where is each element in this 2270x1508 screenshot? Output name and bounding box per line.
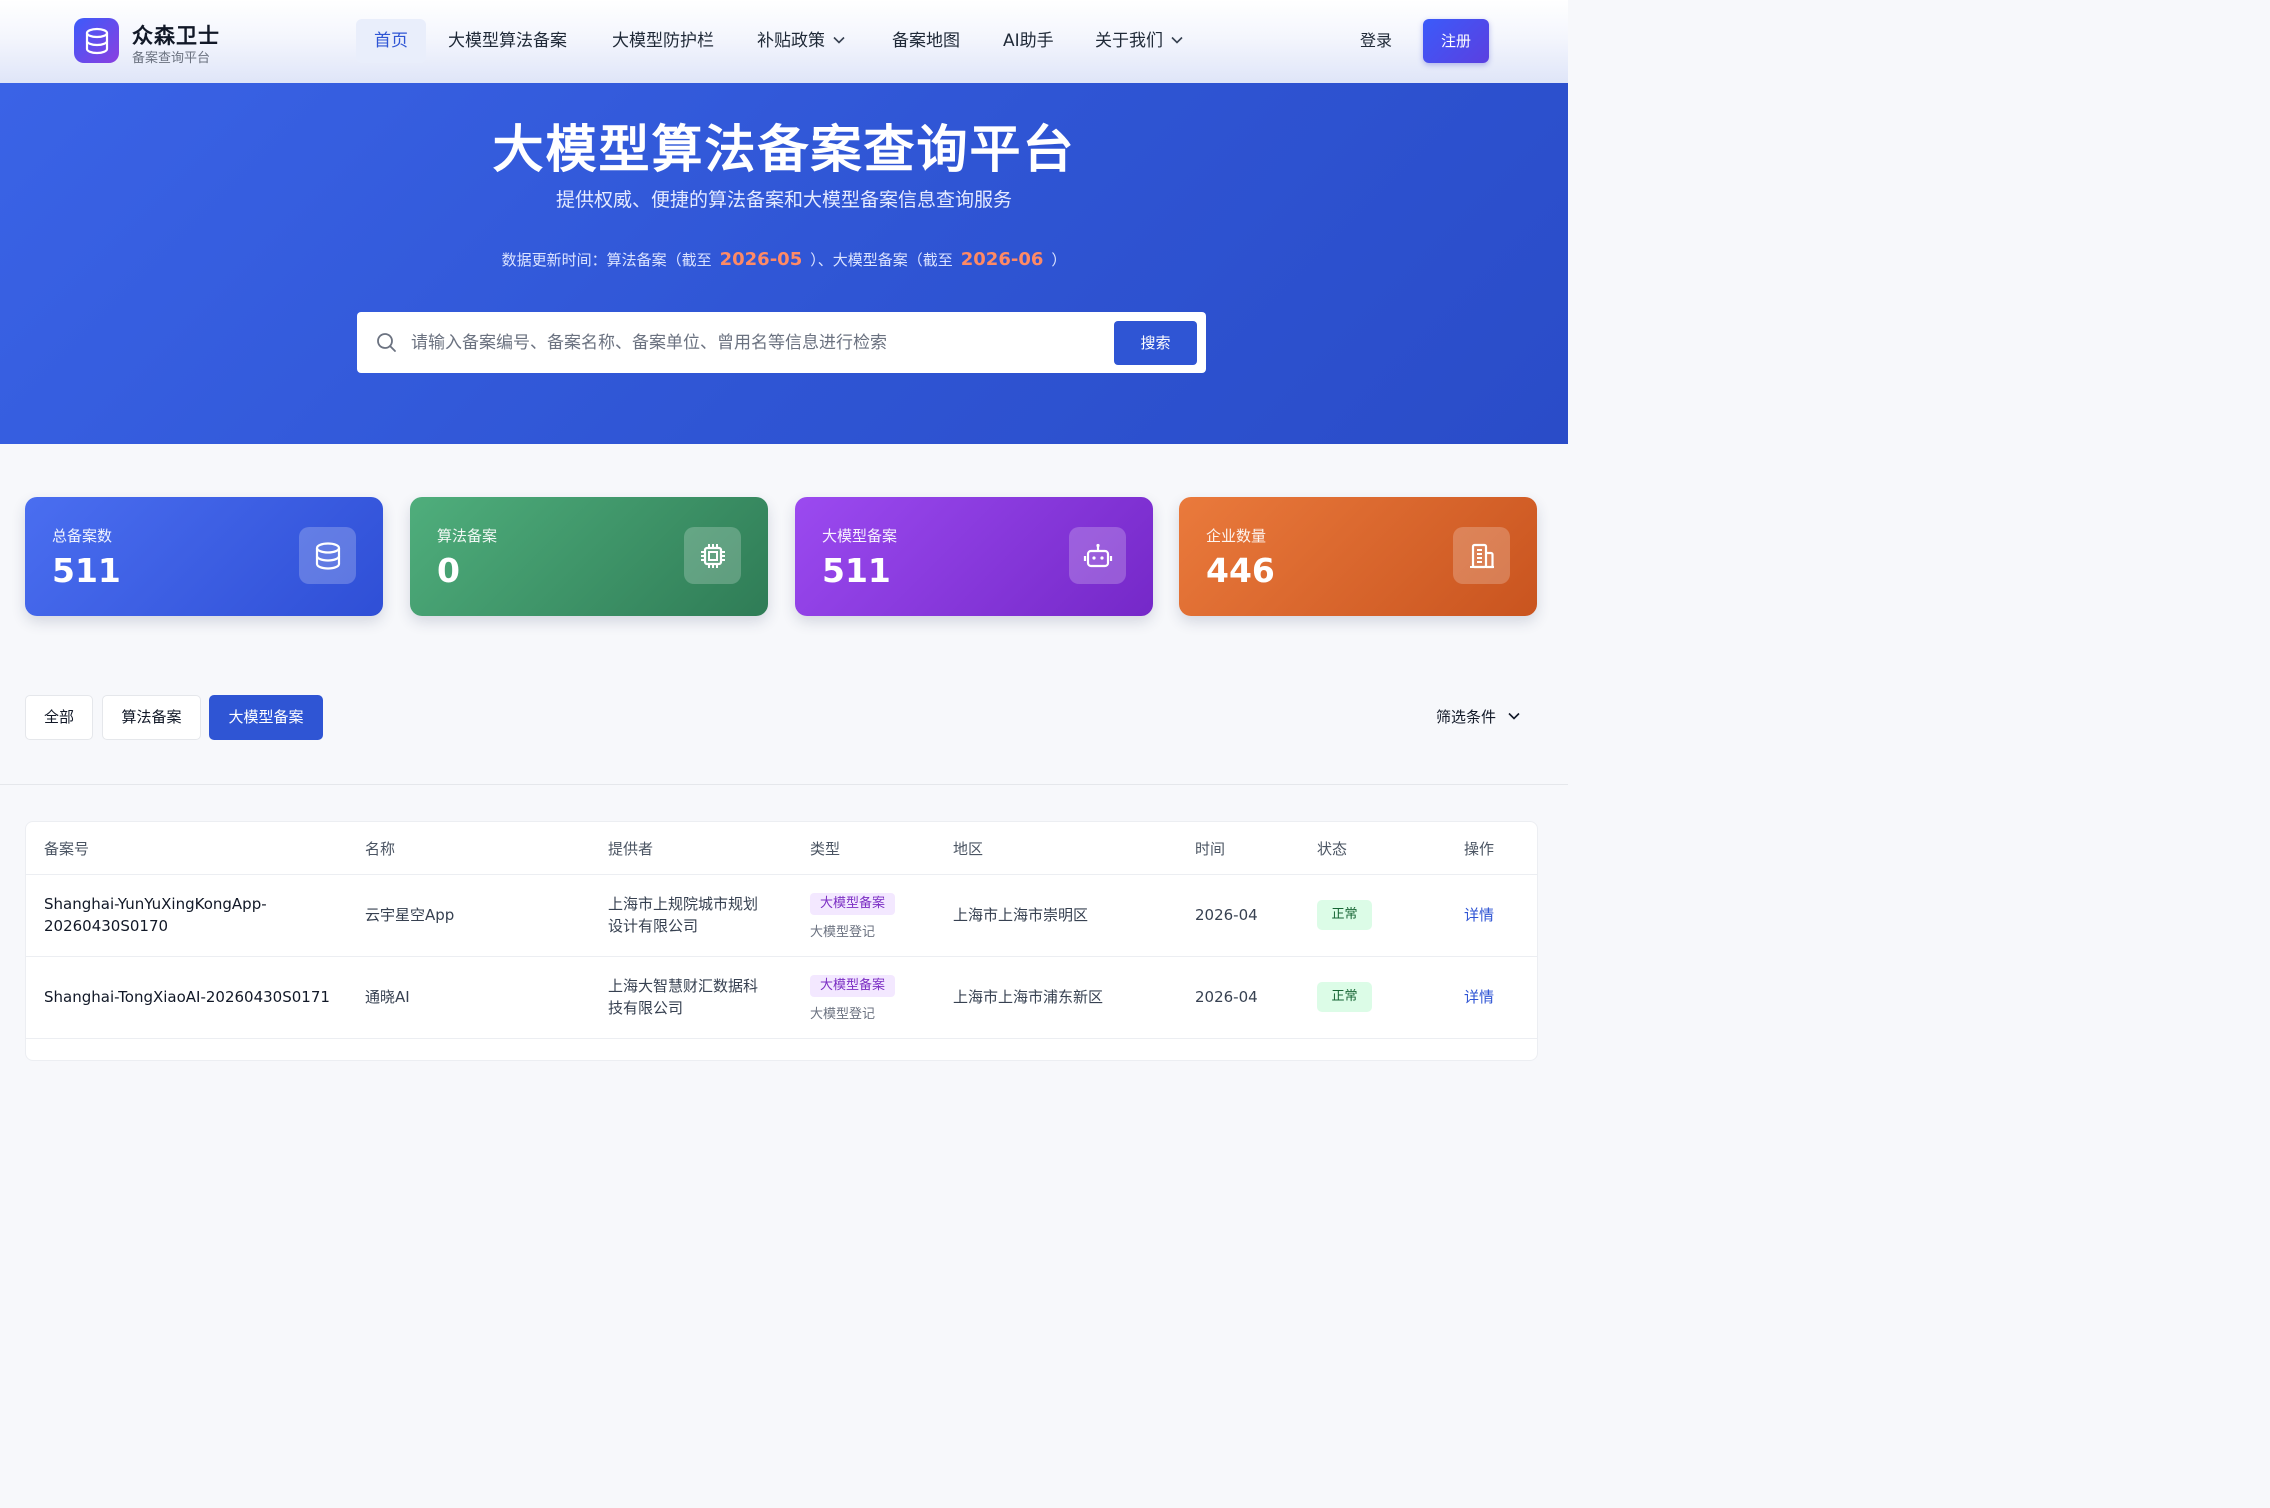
algorithm-update-date: 2026-05 [719,249,803,270]
provider: 上海市上规院城市规划 设计有限公司 [608,893,758,937]
provider-line2: 技有限公司 [608,999,684,1017]
filter-label: 筛选条件 [1436,708,1497,726]
status-badge: 正常 [1317,900,1372,930]
table-row: Shanghai-TongXiaoAI-20260430S0171 通晓AI 上… [26,957,1537,1039]
stat-value: 446 [1206,551,1275,590]
hero-subtitle: 提供权威、便捷的算法备案和大模型备案信息查询服务 [555,189,1012,211]
logo-icon[interactable] [74,18,119,63]
update-mid: ）、大模型备案（截至 [810,251,953,269]
stat-card-total-filings: 总备案数 511 [25,497,383,616]
region: 上海市上海市崇明区 [953,906,1089,924]
filing-number-line2: 20260430S0170 [44,917,169,935]
tab-all[interactable]: 全部 [25,695,93,740]
chip-icon [684,527,741,584]
search-button[interactable]: 搜索 [1114,321,1197,365]
column-header-region: 地区 [953,840,984,858]
stat-card-company-count: 企业数量 446 [1179,497,1537,616]
nav-item-subsidy-policy-label: 补贴政策 [757,31,825,51]
provider-line1: 上海市上规院城市规划 [608,895,759,913]
provider-line2: 设计有限公司 [608,917,699,935]
filing-table: 备案号 名称 提供者 类型 地区 时间 状态 操作 Shanghai-YunYu… [25,821,1538,1061]
type-subtitle: 大模型登记 [810,1007,876,1022]
stat-label: 总备案数 [52,527,113,545]
filing-number: Shanghai-TongXiaoAI-20260430S0171 [44,988,330,1006]
tab-model-filing[interactable]: 大模型备案 [209,695,323,740]
chevron-down-icon [1171,36,1183,44]
region: 上海市上海市浦东新区 [953,988,1104,1006]
chevron-down-icon [1508,712,1520,720]
database-icon [85,27,108,54]
filing-name: 通晓AI [365,988,410,1006]
stat-label: 大模型备案 [822,527,898,545]
login-button[interactable]: 登录 [1360,19,1392,63]
nav-item-subsidy-policy[interactable]: 补贴政策 [757,19,845,63]
search-input[interactable] [411,324,1101,362]
hero-banner: 大模型算法备案查询平台 提供权威、便捷的算法备案和大模型备案信息查询服务 数据更… [0,83,1568,444]
filter-dropdown[interactable]: 筛选条件 [1436,695,1520,740]
stat-card-algorithm-filings: 算法备案 0 [410,497,768,616]
type-badge: 大模型备案 [810,975,896,997]
data-update-info: 数据更新时间：算法备案（截至 2026-05 ）、大模型备案（截至 2026-06 ） [0,249,1568,270]
nav-item-about-us-label: 关于我们 [1095,31,1163,51]
stat-label: 企业数量 [1206,527,1267,545]
stat-value: 511 [822,551,891,590]
column-header-name: 名称 [365,840,396,858]
column-header-status: 状态 [1317,840,1348,858]
filing-time: 2026-04 [1195,906,1258,924]
detail-link[interactable]: 详情 [1464,904,1494,925]
nav-item-model-algorithm-filing[interactable]: 大模型算法备案 [448,19,567,63]
detail-link[interactable]: 详情 [1464,986,1494,1007]
column-header-action: 操作 [1464,840,1495,858]
search-icon [377,333,396,352]
table-row: Shanghai-YunYuXingKongApp- 20260430S0170… [26,875,1537,957]
nav-item-about-us[interactable]: 关于我们 [1095,19,1183,63]
provider-line1: 上海大智慧财汇数据科 [608,977,759,995]
section-divider [0,784,1568,785]
stat-value: 511 [52,551,121,590]
filing-time: 2026-04 [1195,988,1258,1006]
register-button[interactable]: 注册 [1423,19,1489,63]
column-header-filing-number: 备案号 [44,840,90,858]
stat-label: 算法备案 [437,527,498,545]
stat-card-model-filings: 大模型备案 511 [795,497,1153,616]
column-header-provider: 提供者 [608,840,654,858]
column-header-type: 类型 [810,840,841,858]
search-bar: 搜索 [357,312,1206,373]
model-update-date: 2026-06 [960,249,1044,270]
nav-item-model-guardrail[interactable]: 大模型防护栏 [612,19,714,63]
nav-item-filing-map[interactable]: 备案地图 [892,19,960,63]
filing-name: 云宇星空App [365,906,455,924]
building-icon [1453,527,1510,584]
brand-subtitle: 备案查询平台 [132,51,211,66]
stat-value: 0 [437,551,460,590]
brand-name[interactable]: 众森卫士 [132,20,220,50]
provider: 上海大智慧财汇数据科 技有限公司 [608,975,758,1019]
tab-algorithm-filing[interactable]: 算法备案 [102,695,201,740]
nav-item-ai-assistant[interactable]: AI助手 [1003,19,1054,63]
type-subtitle: 大模型登记 [810,925,876,940]
database-icon [299,527,356,584]
filing-number: Shanghai-YunYuXingKongApp- 20260430S0170 [44,893,267,937]
filing-number-line1: Shanghai-YunYuXingKongApp- [44,895,267,913]
top-navbar: 众森卫士 备案查询平台 首页 大模型算法备案 大模型防护栏 补贴政策 备案地图 … [0,0,1568,83]
robot-icon [1069,527,1126,584]
update-suffix: ） [1051,251,1067,269]
update-prefix: 数据更新时间：算法备案（截至 [501,251,712,269]
status-badge: 正常 [1317,982,1372,1012]
page-title: 大模型算法备案查询平台 [492,121,1076,180]
column-header-time: 时间 [1195,840,1226,858]
chevron-down-icon [833,36,845,44]
type-badge: 大模型备案 [810,893,896,915]
nav-item-home[interactable]: 首页 [356,19,426,63]
